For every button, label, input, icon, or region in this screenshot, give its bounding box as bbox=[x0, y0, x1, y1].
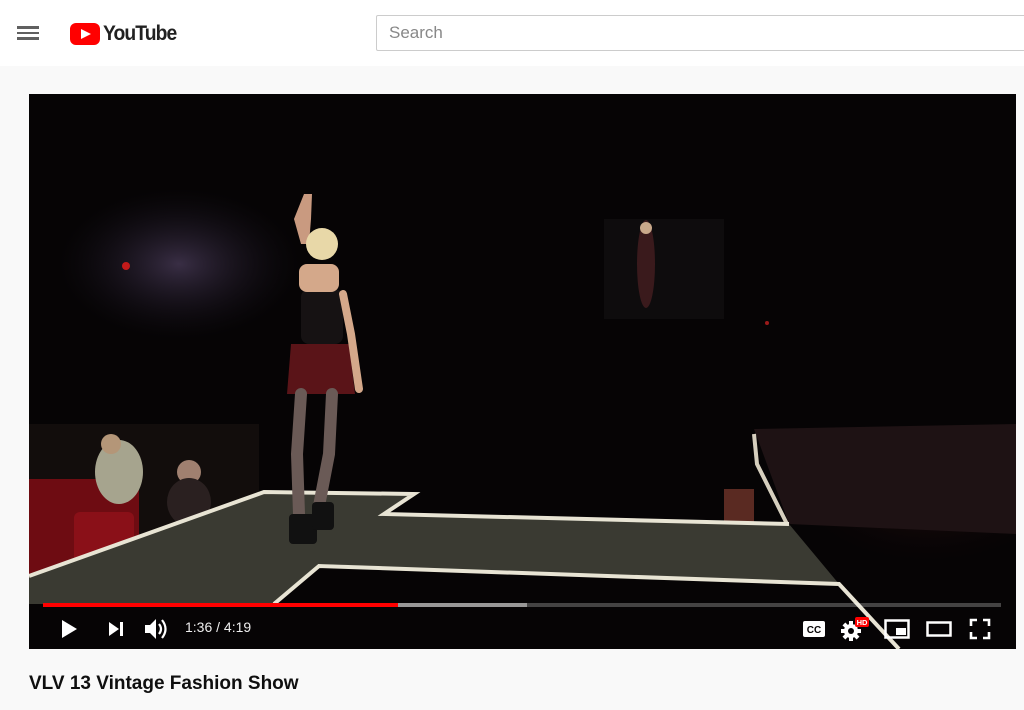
fullscreen-button[interactable] bbox=[965, 615, 995, 643]
theater-mode-button[interactable] bbox=[924, 615, 954, 643]
time-display: 1:36 / 4:19 bbox=[185, 619, 252, 635]
volume-button[interactable] bbox=[142, 615, 172, 643]
masthead: YouTube bbox=[0, 0, 1024, 66]
search-box[interactable] bbox=[376, 15, 1024, 51]
hd-badge: HD bbox=[857, 618, 868, 627]
video-player[interactable]: 1:36 / 4:19 CC HD bbox=[29, 94, 1016, 649]
player-controls: 1:36 / 4:19 CC HD bbox=[29, 609, 1016, 649]
progress-played bbox=[43, 603, 399, 607]
captions-icon: CC bbox=[803, 621, 825, 637]
youtube-logo[interactable]: YouTube bbox=[70, 22, 183, 46]
volume-icon bbox=[145, 619, 167, 639]
captions-button[interactable]: CC bbox=[799, 615, 829, 643]
play-button[interactable] bbox=[54, 615, 84, 643]
next-icon bbox=[109, 622, 123, 636]
video-title: VLV 13 Vintage Fashion Show bbox=[29, 673, 299, 694]
fullscreen-icon bbox=[969, 618, 991, 640]
miniplayer-icon bbox=[884, 619, 910, 639]
logo-text: YouTube bbox=[103, 22, 177, 45]
youtube-play-logo-icon bbox=[70, 23, 100, 45]
theater-mode-icon bbox=[926, 621, 952, 637]
settings-gear-icon: HD bbox=[841, 617, 869, 641]
hamburger-menu-icon[interactable] bbox=[16, 22, 40, 44]
play-icon bbox=[62, 620, 77, 638]
progress-bar[interactable] bbox=[43, 603, 1001, 607]
next-button[interactable] bbox=[101, 615, 131, 643]
miniplayer-button[interactable] bbox=[882, 615, 912, 643]
settings-button[interactable]: HD bbox=[840, 615, 870, 643]
search-input[interactable] bbox=[377, 16, 1024, 50]
video-frame bbox=[29, 94, 1016, 649]
captions-label: CC bbox=[807, 625, 821, 636]
